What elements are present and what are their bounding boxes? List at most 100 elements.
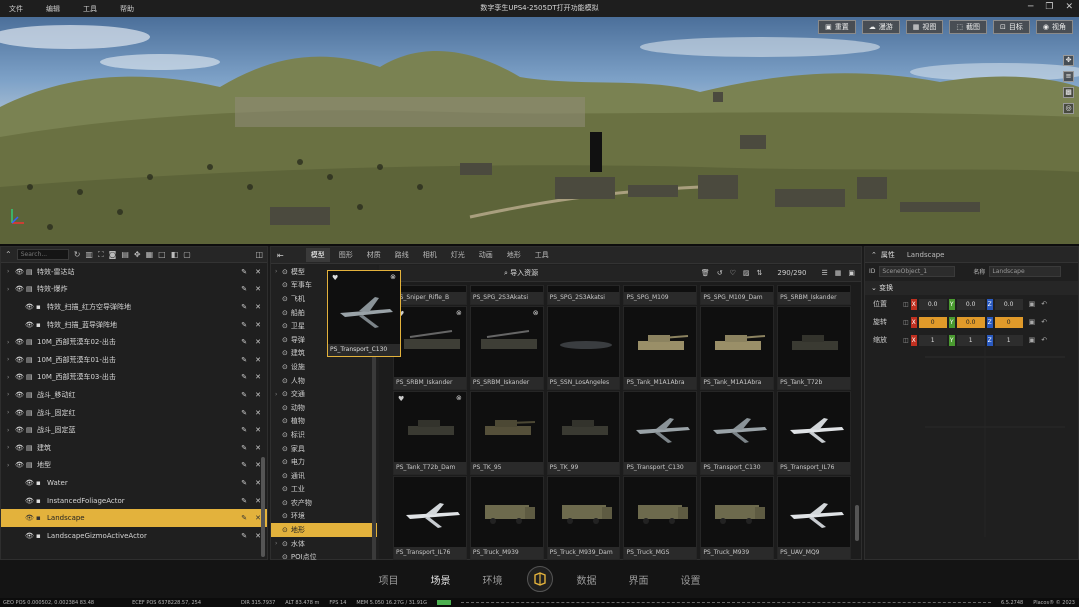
category-item[interactable]: ⊙ 标识 <box>271 428 377 442</box>
chevron-right-icon[interactable]: › <box>7 391 15 398</box>
category-item[interactable]: › ⊙ 交通 <box>271 387 377 401</box>
edit-icon[interactable]: ✎ <box>241 497 247 505</box>
asset-tile[interactable]: PS_UAV_MQ9 <box>777 476 851 560</box>
collapse-icon[interactable]: ⌃ <box>5 250 12 259</box>
reset-icon[interactable]: ◫ <box>903 319 909 326</box>
eye-icon[interactable]: 👁 <box>15 373 26 381</box>
eye-icon[interactable]: 👁 <box>25 321 36 329</box>
menu-help[interactable]: 帮助 <box>120 4 134 14</box>
edit-icon[interactable]: ✎ <box>241 373 247 381</box>
content-tab[interactable]: 图形 <box>334 248 358 262</box>
back-icon[interactable]: ⇤ <box>277 251 284 260</box>
delete-icon[interactable]: ✕ <box>255 321 261 329</box>
z-value-field[interactable]: 0 <box>994 316 1023 328</box>
category-item[interactable]: ⊙ 设施 <box>271 360 377 374</box>
heart-icon[interactable]: ♥ <box>398 395 404 403</box>
nav-interface[interactable]: 界面 <box>613 572 665 587</box>
outliner-scrollbar[interactable] <box>261 457 265 557</box>
category-item[interactable]: ⊙ 环境 <box>271 510 377 524</box>
asset-tile[interactable]: ♥ ⊗ PS_SRBM_Iskander <box>393 306 467 390</box>
nav-environment[interactable]: 环境 <box>467 572 519 587</box>
category-item[interactable]: ⊙ 地形 <box>271 523 377 537</box>
film-icon[interactable]: ▤ <box>121 250 129 259</box>
restore-icon[interactable]: ❐ <box>1045 2 1053 12</box>
nav-scene[interactable]: 场景 <box>415 572 467 587</box>
edit-icon[interactable]: ✎ <box>241 444 247 452</box>
outliner-row[interactable]: 👁 ▪ Landscape ✎ ✕ <box>1 509 267 527</box>
compass-icon[interactable]: ◎ <box>1063 103 1074 114</box>
trash-icon[interactable]: 🗑 <box>701 269 710 277</box>
list-view-icon[interactable]: ☰ <box>821 269 827 277</box>
category-item[interactable]: ⊙ 农产物 <box>271 496 377 510</box>
chevron-right-icon[interactable]: › <box>7 444 15 451</box>
fit-icon[interactable]: ⛶ <box>98 250 104 260</box>
asset-tile[interactable]: PS_Truck_MGS <box>623 476 698 560</box>
asset-tile[interactable]: PS_Truck_M939 <box>700 476 775 560</box>
category-item[interactable]: ⊙ 电力 <box>271 455 377 469</box>
category-item[interactable]: ⊙ 家具 <box>271 442 377 456</box>
outliner-row[interactable]: › 👁 ▤ 特效-雷达站 ✎ ✕ <box>1 263 267 281</box>
category-item[interactable]: ⊙ 通讯 <box>271 469 377 483</box>
eye-icon[interactable]: 👁 <box>15 444 26 452</box>
content-tab[interactable]: 模型 <box>305 248 330 262</box>
y-value-field[interactable]: 0.0 <box>956 316 985 328</box>
refresh-icon[interactable]: ↻ <box>74 250 81 259</box>
chevron-right-icon[interactable]: › <box>7 268 15 275</box>
asset-tile[interactable]: PS_SPG_2S3Akatsi <box>469 285 544 305</box>
chevron-right-icon[interactable]: › <box>7 427 15 434</box>
close-icon[interactable]: ⊗ <box>456 309 462 317</box>
menu-edit[interactable]: 编辑 <box>46 4 60 14</box>
edit-icon[interactable]: ✎ <box>241 409 247 417</box>
collapse-icon[interactable]: ⌃ <box>871 251 877 259</box>
category-item[interactable]: ⊙ 植物 <box>271 415 377 429</box>
delete-icon[interactable]: ✕ <box>255 303 261 311</box>
outliner-row[interactable]: › 👁 ▤ 建筑 ✎ ✕ <box>1 439 267 457</box>
asset-tile[interactable]: PS_SPG_M109 <box>623 285 698 305</box>
delete-icon[interactable]: ✕ <box>255 409 261 417</box>
edit-icon[interactable]: ✎ <box>241 461 247 469</box>
delete-icon[interactable]: ✕ <box>255 444 261 452</box>
asset-tile[interactable]: PS_Truck_M939 <box>469 476 544 560</box>
outliner-row[interactable]: › 👁 ▤ 10M_西部荒漠车02-出击 ✎ ✕ <box>1 333 267 351</box>
nav-settings[interactable]: 设置 <box>665 572 717 587</box>
asset-tile[interactable]: PS_Sniper_Rifle_B <box>393 285 467 305</box>
asset-tile[interactable]: PS_Tank_M1A1Abra <box>623 306 698 390</box>
asset-tile[interactable]: PS_SSN_LosAngeles <box>546 306 621 390</box>
screenshot-button[interactable]: ⬚ 截图 <box>949 20 988 34</box>
content-tab[interactable]: 地形 <box>502 248 526 262</box>
outliner-row[interactable]: 👁 ▪ LandscapeGizmoActiveActor ✎ ✕ <box>1 527 267 545</box>
heart-icon[interactable]: ♥ <box>332 274 338 282</box>
move-icon[interactable]: ✥ <box>134 250 141 259</box>
edit-icon[interactable]: ✎ <box>241 514 247 522</box>
close-icon[interactable]: ⊗ <box>390 273 396 281</box>
eye-icon[interactable]: 👁 <box>25 532 36 540</box>
viewpoint-button[interactable]: ◉ 视角 <box>1035 20 1073 34</box>
outliner-row[interactable]: › 👁 ▤ 战斗_移动红 ✎ ✕ <box>1 386 267 404</box>
asset-tile[interactable]: PS_Tank_T72b <box>777 306 851 390</box>
menu-file[interactable]: 文件 <box>9 4 23 14</box>
content-tab[interactable]: 相机 <box>418 248 442 262</box>
delete-icon[interactable]: ✕ <box>255 356 261 364</box>
asset-tile[interactable]: PS_SPG_2S3Akatsi <box>546 285 621 305</box>
edit-icon[interactable]: ✎ <box>241 303 247 311</box>
edit-icon[interactable]: ✎ <box>241 532 247 540</box>
minimize-icon[interactable]: ─ <box>1028 2 1033 12</box>
eye-icon[interactable]: 👁 <box>15 268 26 276</box>
grid-view-icon[interactable]: ▦ <box>835 269 842 277</box>
outliner-row[interactable]: 👁 ▪ 特效_扫描_蓝导弹阵地 ✎ ✕ <box>1 316 267 334</box>
drag-preview-tile[interactable]: ♥ ⊗ PS_Transport_C130 <box>327 270 401 357</box>
z-value-field[interactable]: 0.0 <box>994 298 1023 310</box>
close-icon[interactable]: ⊗ <box>456 394 462 402</box>
reset-view-button[interactable]: ▣ 重置 <box>818 20 856 34</box>
edit-icon[interactable]: ✎ <box>241 268 247 276</box>
undo-icon[interactable]: ↶ <box>1041 318 1047 326</box>
eye-icon[interactable]: 👁 <box>25 497 36 505</box>
outliner-row[interactable]: 👁 ▪ Water ✎ ✕ <box>1 474 267 492</box>
outliner-row[interactable]: › 👁 ▤ 地型 ✎ ✕ <box>1 457 267 475</box>
delete-icon[interactable]: ✕ <box>255 426 261 434</box>
map-icon[interactable]: ▩ <box>1063 87 1074 98</box>
asset-tile[interactable]: PS_Transport_C130 <box>623 391 698 475</box>
image-icon[interactable]: ▨ <box>743 269 750 277</box>
lock-icon[interactable]: ▣ <box>1029 318 1036 326</box>
history-icon[interactable]: ↺ <box>717 269 723 277</box>
